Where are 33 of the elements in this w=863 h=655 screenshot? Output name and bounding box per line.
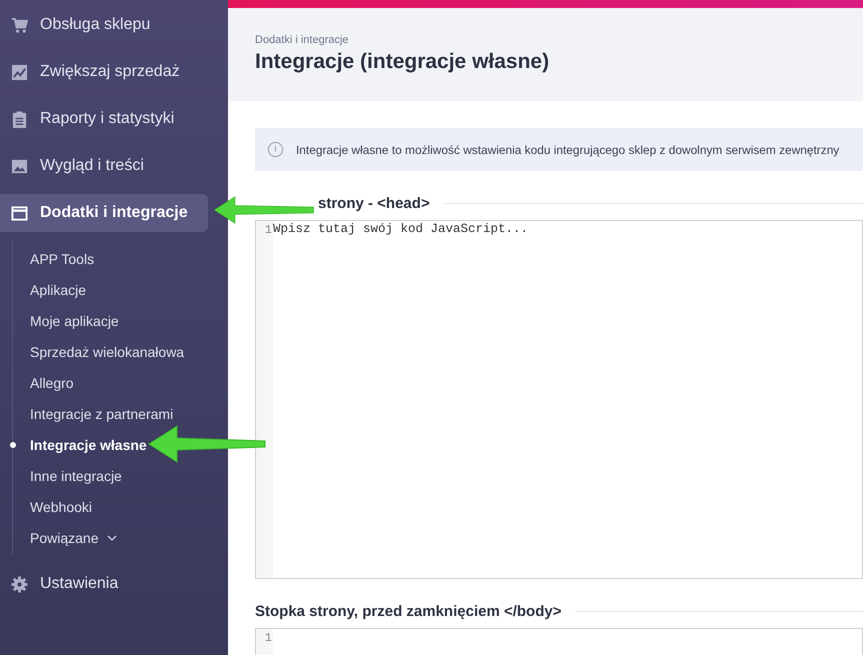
submenu-item[interactable]: Allegro	[30, 374, 74, 390]
submenu-item[interactable]: Aplikacje	[30, 282, 86, 298]
submenu-item[interactable]: Integracje własne	[30, 436, 147, 452]
sidebar-item[interactable]: Raporty i statystyki	[0, 100, 208, 138]
section-heading: Stopka strony, przed zamknięciem </body>	[255, 603, 562, 620]
submenu-item[interactable]: Moje aplikacje	[30, 312, 119, 328]
submenu-item[interactable]: Integracje z partnerami	[30, 406, 174, 422]
notice-text: Integracje własne to możliwość wstawienia kodu integrującego sklep z dowolnym serwisem zewnętrzny	[296, 142, 840, 156]
breadcrumb-link[interactable]: Dodatki i integracje	[255, 34, 863, 46]
cart-icon	[11, 16, 28, 34]
clipboard-icon	[11, 110, 28, 128]
section-heading: strony - <head>	[318, 195, 430, 212]
current-dot	[10, 442, 16, 448]
info-icon	[267, 141, 284, 158]
sidebar-item[interactable]: Zwiększaj sprzedaż	[0, 53, 208, 91]
line-number: 1	[264, 222, 273, 237]
settings-icon	[11, 576, 28, 592]
submenu-item[interactable]: Inne integracje	[30, 468, 122, 484]
sidebar-item[interactable]: Ustawienia	[0, 565, 208, 603]
chevron-icon[interactable]	[106, 534, 116, 540]
browser-window-icon	[11, 204, 28, 222]
page-title: Integracje (integracje własne)	[255, 50, 550, 74]
submenu-item[interactable]: Webhooki	[30, 498, 92, 514]
line-number: 1	[264, 630, 273, 645]
sidebar-item[interactable]: Obsługa sklepu	[0, 6, 208, 44]
sidebar-item[interactable]: Dodatki i integracje	[0, 194, 208, 232]
submenu-item[interactable]: Sprzedaż wielokanałowa	[30, 344, 184, 360]
chart-icon	[11, 64, 28, 80]
submenu-item[interactable]: Powiązane	[30, 530, 98, 546]
code-editor[interactable]: 1Wpisz tutaj swój kod JavaScript...	[255, 220, 863, 579]
image-icon	[11, 158, 28, 174]
sidebar-item[interactable]: Wygląd i treści	[0, 147, 208, 185]
submenu-item[interactable]: APP Tools	[30, 250, 94, 266]
